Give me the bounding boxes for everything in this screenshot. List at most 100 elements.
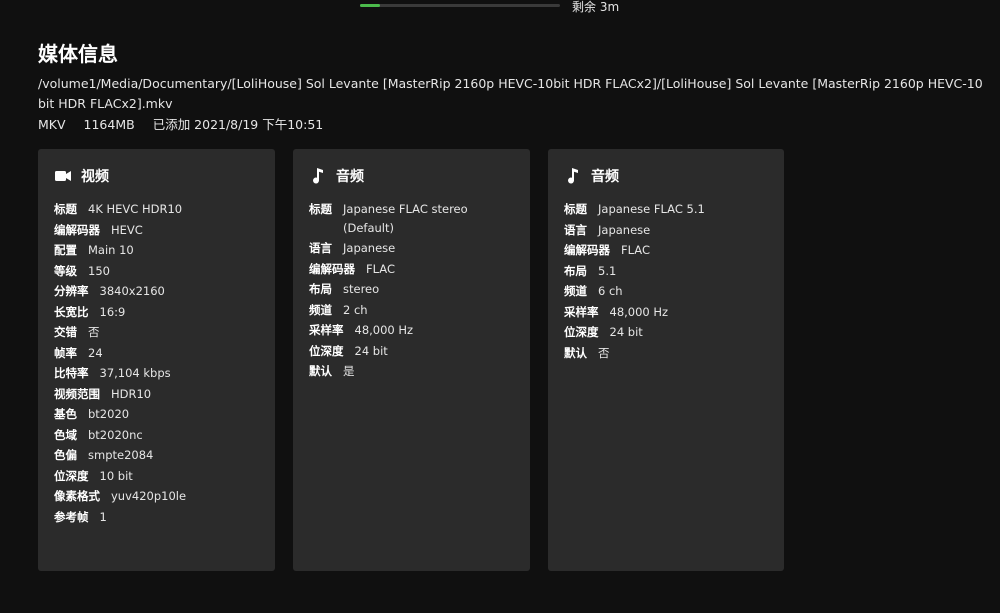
detail-row: 标题 4K HEVC HDR10 — [54, 200, 259, 219]
detail-label: 语言 — [564, 222, 587, 237]
detail-value: 否 — [598, 345, 610, 360]
detail-label: 等级 — [54, 263, 77, 278]
date-added: 已添加 2021/8/19 下午10:51 — [152, 117, 324, 132]
file-meta: MKV 1164MB 已添加 2021/8/19 下午10:51 — [38, 114, 337, 133]
detail-row: 编解码器 FLAC — [309, 260, 514, 279]
detail-value: smpte2084 — [88, 448, 154, 462]
detail-label: 像素格式 — [54, 489, 100, 503]
card-header: 音频 — [309, 165, 514, 187]
progress-fill — [360, 4, 380, 7]
detail-label: 频道 — [309, 302, 332, 317]
detail-row: 配置 Main 10 — [54, 241, 259, 260]
detail-label: 色偏 — [54, 448, 77, 462]
detail-label: 默认 — [564, 345, 587, 360]
detail-label: 基色 — [54, 407, 77, 421]
detail-row: 色域 bt2020nc — [54, 426, 259, 445]
detail-label: 编解码器 — [54, 222, 100, 237]
detail-value: 48,000 Hz — [609, 304, 669, 319]
detail-label: 位深度 — [564, 325, 599, 339]
file-size: 1164MB — [83, 117, 135, 132]
detail-value: HDR10 — [111, 386, 152, 401]
detail-value: FLAC — [621, 243, 650, 257]
remaining-time: 剩余 3m — [572, 0, 620, 14]
detail-row: 位深度 10 bit — [54, 467, 259, 486]
music-note-icon — [309, 167, 327, 185]
detail-row: 比特率 37,104 kbps — [54, 364, 259, 383]
detail-label: 比特率 — [54, 366, 89, 380]
stream-details: 标题 Japanese FLAC 5.1 语言 Japanese 编解码器 FLAC 布局 5… — [564, 200, 768, 362]
detail-label: 频道 — [564, 284, 587, 298]
card-title: 视频 — [81, 169, 109, 185]
detail-label: 位深度 — [54, 468, 89, 483]
progress-bar[interactable] — [360, 4, 560, 7]
video-camera-icon — [54, 167, 72, 185]
detail-row: 交错否 — [54, 323, 259, 342]
detail-value: 1 — [99, 509, 107, 524]
detail-value: stereo — [343, 282, 380, 296]
video-stream-card: 视频 标题 4K HEVC HDR10 编解码器 HEVC 配置 Main 10 等级 150… — [38, 149, 275, 571]
detail-value: 24 bit — [609, 325, 643, 339]
detail-row: 参考帧 1 — [54, 508, 259, 527]
detail-label: 默认 — [309, 364, 332, 378]
detail-row: 布局 stereo — [309, 280, 514, 299]
audio-stream-card-1: 音频 标题 Japanese FLAC stereo (Default) 语言 Jap… — [293, 149, 530, 571]
audio-stream-card-2: 音频 标题 Japanese FLAC 5.1 语言 Japanese 编解码器 FLAC… — [548, 149, 784, 571]
detail-value: 24 bit — [354, 343, 388, 358]
detail-row: 默认否 — [564, 344, 768, 363]
detail-label: 帧率 — [54, 345, 77, 360]
detail-value: Japanese FLAC stereo (Default) — [343, 202, 468, 235]
playback-progress: 剩余 3m — [0, 0, 1000, 14]
detail-label: 布局 — [309, 282, 332, 296]
detail-row: 频道 2 ch — [309, 301, 514, 320]
detail-value: 48,000 Hz — [354, 323, 414, 337]
card-header: 视频 — [54, 165, 259, 187]
detail-label: 采样率 — [564, 304, 599, 319]
stream-details: 标题 4K HEVC HDR10 编解码器 HEVC 配置 Main 10 等级 150 分辨率… — [54, 200, 259, 526]
music-note-icon — [564, 167, 582, 185]
detail-row: 语言 Japanese — [564, 221, 768, 240]
detail-value: 否 — [88, 325, 100, 339]
stream-details: 标题 Japanese FLAC stereo (Default) 语言 Japane… — [309, 200, 514, 381]
detail-row: 频道 6 ch — [564, 282, 768, 301]
detail-row: 布局 5.1 — [564, 262, 768, 281]
detail-label: 编解码器 — [564, 243, 610, 257]
detail-value: 4K HEVC HDR10 — [88, 202, 183, 216]
detail-row: 编解码器 FLAC — [564, 241, 768, 260]
detail-value: 150 — [88, 263, 110, 278]
page-title: 媒体信息 — [38, 42, 118, 66]
detail-row: 长宽比 16:9 — [54, 303, 259, 322]
detail-value: 2 ch — [343, 302, 368, 317]
detail-value: Main 10 — [88, 243, 134, 257]
detail-value: 24 — [88, 345, 103, 360]
detail-label: 视频范围 — [54, 386, 100, 401]
detail-row: 分辨率 3840x2160 — [54, 282, 259, 301]
card-header: 音频 — [564, 165, 768, 187]
detail-label: 布局 — [564, 263, 587, 278]
detail-row: 等级 150 — [54, 262, 259, 281]
file-path: /volume1/Media/Documentary/[LoliHouse] S… — [38, 76, 983, 111]
detail-label: 配置 — [54, 243, 77, 257]
container-format: MKV — [38, 117, 66, 132]
detail-value: FLAC — [366, 261, 395, 276]
detail-row: 位深度 24 bit — [564, 323, 768, 342]
detail-value: 3840x2160 — [99, 284, 165, 298]
detail-value: 是 — [343, 364, 355, 378]
detail-label: 采样率 — [309, 323, 344, 337]
detail-label: 标题 — [54, 202, 77, 216]
detail-label: 标题 — [309, 202, 332, 216]
detail-row: 语言 Japanese — [309, 239, 514, 258]
detail-value: yuv420p10le — [111, 489, 187, 503]
detail-label: 色域 — [54, 427, 77, 442]
detail-value: Japanese — [598, 222, 651, 237]
detail-value: Japanese — [343, 241, 396, 255]
detail-row: 编解码器 HEVC — [54, 221, 259, 240]
detail-row: 采样率 48,000 Hz — [564, 303, 768, 322]
detail-row: 标题 Japanese FLAC stereo (Default) — [309, 200, 514, 237]
detail-value: HEVC — [111, 222, 143, 237]
detail-value: bt2020 — [88, 407, 130, 421]
detail-row: 像素格式 yuv420p10le — [54, 487, 259, 506]
detail-row: 标题 Japanese FLAC 5.1 — [564, 200, 768, 219]
card-title: 音频 — [336, 169, 364, 185]
detail-value: 5.1 — [598, 263, 617, 278]
detail-row: 基色 bt2020 — [54, 405, 259, 424]
